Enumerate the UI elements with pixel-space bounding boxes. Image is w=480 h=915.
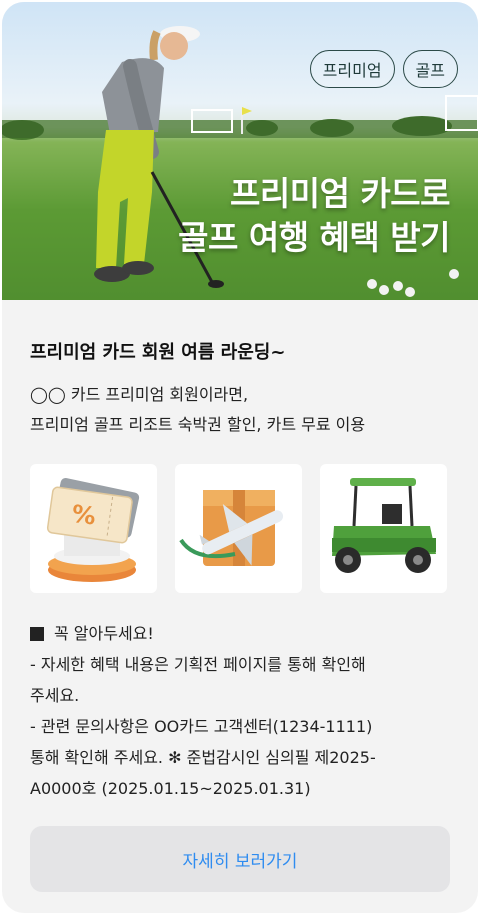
card-headline: 프리미엄 카드 회원 여름 라운딩~ bbox=[30, 342, 286, 363]
travel-package-icon bbox=[179, 490, 284, 566]
chip-golf: 골프 bbox=[402, 50, 458, 88]
notice-line: 통해 확인해 주세요. ✻ 준법감시인 심의필 제2025- bbox=[30, 748, 376, 767]
travel-package-tile bbox=[175, 464, 302, 593]
notice-line: 주세요. bbox=[30, 686, 80, 705]
hero-banner: 프리미엄 골프 프리미엄 카드로 골프 여행 혜택 받기 bbox=[2, 2, 478, 300]
description-line1: ◯◯ 카드 프리미엄 회원이라면, bbox=[30, 385, 249, 404]
promo-card: 프리미엄 골프 프리미엄 카드로 골프 여행 혜택 받기 프리미엄 카드 회원 … bbox=[2, 2, 478, 913]
hero-title-line2: 골프 여행 혜택 받기 bbox=[178, 218, 450, 257]
svg-text:%: % bbox=[70, 500, 98, 531]
notice-line: A0000호 (2025.01.15~2025.01.31) bbox=[30, 779, 311, 798]
notice-line: - 관련 문의사항은 OO카드 고객센터(1234-1111) bbox=[30, 717, 373, 736]
notice-title: 꼭 알아두세요! bbox=[54, 624, 154, 643]
square-bullet-icon bbox=[30, 626, 44, 641]
discount-ticket-tile: % bbox=[30, 464, 157, 593]
hero-title-line1: 프리미엄 카드로 bbox=[229, 174, 451, 213]
chip-premium: 프리미엄 bbox=[309, 50, 395, 88]
notice-section: 꼭 알아두세요! - 자세한 혜택 내용은 기획전 페이지를 통해 확인해 주세… bbox=[30, 618, 456, 804]
discount-ticket-icon: % bbox=[46, 477, 140, 582]
notice-line: - 자세한 혜택 내용은 기획전 페이지를 통해 확인해 bbox=[30, 655, 366, 674]
golf-cart-icon bbox=[332, 478, 436, 573]
view-details-button[interactable]: 자세히 보러가기 bbox=[30, 826, 450, 892]
benefit-tiles: % bbox=[30, 464, 447, 593]
card-description: ◯◯ 카드 프리미엄 회원이라면, 프리미엄 골프 리조트 숙박권 할인, 카트… bbox=[30, 380, 365, 440]
description-line2: 프리미엄 골프 리조트 숙박권 할인, 카트 무료 이용 bbox=[30, 415, 366, 434]
hero-title: 프리미엄 카드로 골프 여행 혜택 받기 bbox=[178, 172, 450, 260]
golf-cart-tile bbox=[320, 464, 447, 593]
tag-chips: 프리미엄 골프 bbox=[309, 50, 458, 88]
